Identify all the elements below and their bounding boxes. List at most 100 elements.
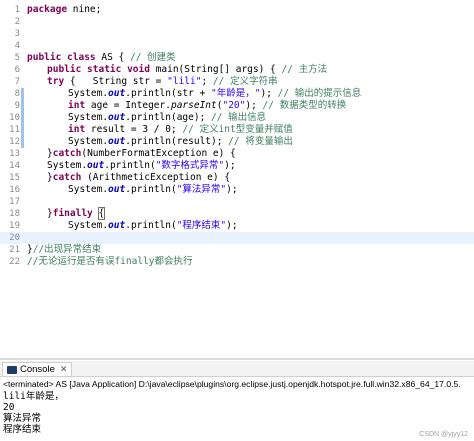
code-line[interactable]: 5 public class AS { // 创建类	[0, 52, 474, 64]
terminated-status: <terminated> AS [Java Application] D:\ja…	[3, 379, 461, 389]
code-token: { String str =	[64, 76, 168, 87]
line-number: 6	[14, 65, 20, 75]
keyword-token: finally	[52, 208, 93, 219]
code-text: System.out.println("程序结束");	[68, 220, 238, 232]
code-token: .println(str +	[125, 88, 212, 99]
string-token: "数字格式异常"	[155, 160, 225, 171]
code-line[interactable]: 15}catch (ArithmeticException e) {	[0, 172, 474, 184]
code-text: int result = 3 / 0; // 定义int型变量并赋值	[68, 124, 293, 136]
panel-divider[interactable]	[0, 358, 474, 360]
code-token: System.	[68, 136, 109, 147]
change-marker	[21, 124, 24, 136]
code-text: }catch(NumberFormatException e) {	[47, 148, 236, 160]
code-token: );	[260, 88, 278, 99]
close-icon[interactable]: ✕	[60, 364, 68, 375]
code-token: .println(	[104, 160, 156, 171]
code-line-current[interactable]: 20	[0, 232, 474, 244]
line-number: 21	[9, 245, 20, 255]
watermark: CSDN @yjyy12	[419, 431, 468, 438]
code-line[interactable]: 8 System.out.println(str + "年龄是，"); // 输出…	[0, 88, 474, 100]
code-editor[interactable]: 1 package nine; 2 3 4 5 public class AS { …	[0, 0, 474, 358]
code-token: ;	[201, 76, 213, 87]
keyword-token: int	[68, 100, 86, 111]
code-text: int age = Integer.parseInt("20"); // 数据类…	[68, 100, 346, 112]
code-text: public static void main(String[] args) {…	[47, 64, 327, 76]
field-token: out	[108, 184, 126, 195]
code-text: }finally {	[47, 207, 106, 220]
code-line[interactable]: 1 package nine;	[0, 4, 474, 16]
console-tab-bar: Console ✕	[0, 361, 474, 377]
code-token: );	[245, 100, 263, 111]
field-token: out	[108, 220, 126, 231]
comment-token: // 创建类	[129, 52, 176, 63]
line-number: 7	[14, 77, 20, 87]
comment-token: //出现异常结束	[32, 244, 102, 255]
line-number: 8	[14, 89, 20, 99]
code-line[interactable]: 13 }catch(NumberFormatException e) {	[0, 148, 474, 160]
code-token: );	[226, 184, 238, 195]
field-token: out	[87, 160, 105, 171]
code-text: }//出现异常结束	[27, 244, 101, 256]
comment-token: // 定义字符串	[212, 76, 278, 87]
line-number: 16	[9, 185, 20, 195]
line-number: 10	[9, 113, 20, 123]
code-line[interactable]: 17	[0, 196, 474, 208]
code-line[interactable]: 2	[0, 16, 474, 28]
code-line[interactable]: 18 }finally {	[0, 207, 474, 220]
code-line[interactable]: 9 int age = Integer.parseInt("20"); // 数据…	[0, 100, 474, 112]
code-token: AS {	[95, 52, 130, 63]
line-number: 9	[14, 101, 20, 111]
code-text: try { String str = "lili"; // 定义字符串	[47, 76, 278, 88]
line-number: 18	[9, 209, 20, 219]
code-line[interactable]: 12 System.out.println(result); // 将变量输出	[0, 136, 474, 148]
code-token: );	[224, 160, 236, 171]
code-token: age = Integer.	[85, 100, 171, 111]
code-line[interactable]: 7 try { String str = "lili"; // 定义字符串	[0, 76, 474, 88]
code-line[interactable]: 22 //无论运行是否有误finally都会执行	[0, 256, 474, 268]
field-token: out	[108, 112, 126, 123]
line-number: 12	[9, 137, 20, 147]
code-text: System.out.println("数字格式异常");	[47, 160, 236, 172]
code-line[interactable]: 3	[0, 28, 474, 40]
console-icon	[7, 365, 17, 374]
string-token: "算法异常"	[176, 184, 227, 195]
code-line[interactable]: 21 }//出现异常结束	[0, 244, 474, 256]
code-line[interactable]: 14 System.out.println("数字格式异常");	[0, 160, 474, 172]
console-output-line: 20	[3, 402, 15, 413]
code-line[interactable]: 6 public static void main(String[] args) …	[0, 64, 474, 76]
comment-token: // 输出信息	[211, 112, 267, 123]
keyword-token: int	[68, 124, 86, 135]
code-line[interactable]: 11 int result = 3 / 0; // 定义int型变量并赋值	[0, 124, 474, 136]
change-marker	[21, 136, 24, 148]
code-line[interactable]: 16 System.out.println("算法异常");	[0, 184, 474, 196]
code-text: System.out.println(str + "年龄是，"); // 输出的…	[68, 88, 361, 100]
comment-token: // 将变量输出	[228, 136, 293, 147]
code-line[interactable]: 10 System.out.println(age); // 输出信息	[0, 112, 474, 124]
keyword-token: public class	[27, 52, 96, 63]
code-token: nine;	[67, 4, 102, 15]
code-line[interactable]: 19 System.out.println("程序结束");	[0, 220, 474, 232]
code-token: );	[226, 220, 238, 231]
console-output-line: lili年龄是，	[3, 391, 64, 402]
console-output[interactable]: <terminated> AS [Java Application] D:\ja…	[0, 377, 474, 441]
change-marker	[21, 112, 24, 124]
comment-token: //无论运行是否有误finally都会执行	[27, 256, 193, 267]
keyword-token: catch	[52, 148, 82, 159]
string-token: "20"	[222, 100, 246, 111]
console-tab[interactable]: Console ✕	[2, 362, 73, 376]
line-number: 5	[14, 53, 20, 63]
code-token: .println(	[125, 184, 177, 195]
keyword-token: try	[47, 76, 65, 87]
line-number: 2	[14, 17, 20, 27]
string-token: "程序结束"	[176, 220, 227, 231]
console-output-line: 程序结束	[3, 424, 42, 435]
line-number: 13	[9, 149, 20, 159]
code-token: (ArithmeticException e) {	[81, 172, 231, 183]
line-number: 4	[14, 41, 20, 51]
code-line[interactable]: 4	[0, 40, 474, 52]
line-number: 3	[14, 29, 20, 39]
string-token: "lili"	[167, 76, 202, 87]
code-text: System.out.println(age); // 输出信息	[68, 112, 266, 124]
code-token: .println(age);	[125, 112, 212, 123]
